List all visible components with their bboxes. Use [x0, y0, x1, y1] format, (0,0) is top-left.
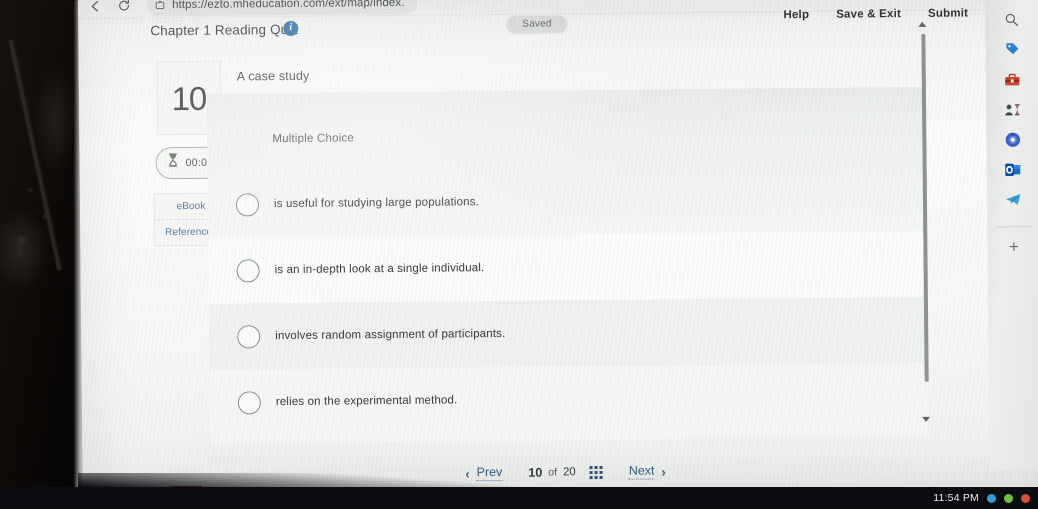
- radio-button[interactable]: [237, 390, 261, 414]
- tray-icon-3[interactable]: [1021, 493, 1030, 503]
- tray-icon-1[interactable]: [987, 493, 996, 503]
- radio-button[interactable]: [237, 324, 261, 348]
- question-card: Multiple Choice is useful for studying l…: [206, 86, 929, 444]
- radio-button[interactable]: [236, 258, 260, 282]
- option-row[interactable]: is an in-depth look at a single individu…: [208, 230, 927, 304]
- save-and-exit-button[interactable]: Save & Exit: [836, 8, 901, 21]
- question-number: 10: [171, 79, 207, 117]
- info-icon[interactable]: i: [283, 20, 299, 37]
- address-bar[interactable]: https://ezto.mheducation.com/ext/map/ind…: [146, 0, 417, 16]
- status-badge: Saved: [506, 15, 568, 34]
- page-title: Chapter 1 Reading Quiz: [150, 21, 299, 39]
- reload-icon[interactable]: [117, 0, 131, 13]
- question-type-label: Multiple Choice: [272, 132, 355, 146]
- option-label: is useful for studying large populations…: [273, 196, 479, 211]
- page-surface: https://ezto.mheducation.com/ext/map/ind…: [78, 0, 1038, 509]
- taskbar-edge: [78, 473, 1038, 487]
- option-row[interactable]: relies on the experimental method.: [210, 363, 929, 436]
- telegram-icon[interactable]: [1000, 186, 1026, 212]
- question-stem: A case study: [236, 68, 310, 84]
- option-label: is an in-depth look at a single individu…: [274, 262, 485, 277]
- url-text: https://ezto.mheducation.com/ext/map/ind…: [171, 0, 405, 12]
- back-arrow-icon[interactable]: [88, 0, 103, 13]
- outlook-icon[interactable]: [1000, 156, 1026, 182]
- desktop-wallpaper: [0, 0, 78, 509]
- right-sidebar-toolbar: +: [985, 0, 1038, 471]
- site-info-icon[interactable]: [155, 0, 165, 10]
- browser-window: https://ezto.mheducation.com/ext/map/ind…: [78, 0, 1038, 509]
- option-label: relies on the experimental method.: [275, 394, 458, 409]
- help-button[interactable]: Help: [783, 9, 809, 21]
- tag-icon[interactable]: [999, 36, 1025, 62]
- vertical-scrollbar[interactable]: [914, 21, 936, 422]
- option-row[interactable]: is useful for studying large populations…: [208, 165, 927, 238]
- radio-button[interactable]: [235, 192, 260, 216]
- hourglass-icon: [167, 153, 178, 172]
- answer-options: is useful for studying large populations…: [208, 165, 929, 436]
- tray-icon-2[interactable]: [1004, 493, 1013, 503]
- scroll-down-arrow[interactable]: [922, 416, 931, 422]
- app-circle-icon[interactable]: [1000, 126, 1026, 152]
- clock[interactable]: 11:54 PM: [933, 492, 979, 504]
- scroll-up-arrow[interactable]: [918, 21, 927, 27]
- search-icon[interactable]: [999, 6, 1025, 32]
- system-tray: 11:54 PM: [933, 487, 1038, 509]
- header-actions: Help Save & Exit Submit: [783, 7, 968, 21]
- toolbox-icon[interactable]: [999, 66, 1025, 92]
- contacts-icon[interactable]: [999, 96, 1025, 122]
- add-app-button[interactable]: +: [1009, 237, 1019, 257]
- option-row[interactable]: involves random assignment of participan…: [208, 296, 928, 370]
- photographed-screen: https://ezto.mheducation.com/ext/map/ind…: [0, 0, 1038, 509]
- submit-button[interactable]: Submit: [928, 7, 968, 19]
- rail-divider: [996, 226, 1031, 228]
- option-label: involves random assignment of participan…: [275, 327, 506, 343]
- scrollbar-thumb[interactable]: [921, 33, 929, 382]
- os-taskbar: 11:54 PM: [0, 487, 1038, 509]
